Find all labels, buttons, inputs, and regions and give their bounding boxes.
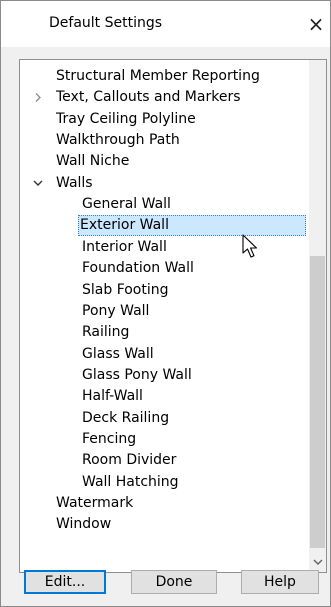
dialog-title: Default Settings	[49, 15, 163, 31]
tree-item[interactable]: Foundation Wall	[80, 258, 196, 279]
tree-item[interactable]: Exterior Wall	[78, 215, 306, 237]
tree-item[interactable]: Walls	[54, 173, 95, 194]
tree-item[interactable]: Structural Member Reporting	[54, 66, 262, 87]
tree-item-label: Tray Ceiling Polyline	[56, 110, 196, 127]
tree-item[interactable]: Text, Callouts and Markers	[54, 87, 243, 108]
tree-item-label: Foundation Wall	[82, 260, 194, 277]
help-button[interactable]: Help	[241, 570, 319, 594]
tree-item[interactable]: Glass Pony Wall	[80, 365, 194, 386]
tree-item-label: Pony Wall	[82, 302, 150, 319]
tree-item-label: Glass Wall	[82, 345, 154, 362]
title-bar: Default Settings ×	[1, 1, 330, 47]
tree-item[interactable]: Glass Wall	[80, 344, 156, 365]
tree-item-label: Railing	[82, 324, 130, 341]
tree-item[interactable]: Room Divider	[80, 450, 178, 471]
tree-item-label: Exterior Wall	[78, 215, 306, 237]
mouse-pointer-icon	[242, 234, 258, 258]
tree-item-label: General Wall	[82, 196, 171, 213]
tree-item[interactable]: Pony Wall	[80, 301, 151, 322]
tree-item[interactable]: General Wall	[80, 194, 173, 215]
tree-item[interactable]: Interior Wall	[80, 237, 169, 258]
tree-item-label: Slab Footing	[82, 281, 169, 298]
tree-item[interactable]: Wall Niche	[54, 151, 131, 172]
tree-item-label: Text, Callouts and Markers	[56, 89, 241, 106]
tree-item-label: Structural Member Reporting	[56, 68, 260, 84]
tree-item-label: Wall Niche	[56, 153, 130, 170]
scroll-up-icon[interactable]	[309, 60, 326, 76]
done-button[interactable]: Done	[131, 570, 217, 594]
tree-item-label: Walkthrough Path	[56, 132, 180, 149]
tree-item[interactable]: Fencing	[80, 429, 138, 450]
tree-item[interactable]: Half-Wall	[80, 386, 145, 407]
default-settings-dialog: Default Settings × Structural Member Rep…	[0, 0, 331, 607]
tree-item[interactable]: Walkthrough Path	[54, 130, 182, 151]
chevron-down-icon[interactable]	[32, 173, 44, 194]
tree-item-label: Fencing	[82, 430, 137, 447]
tree-item[interactable]: Wall Hatching	[80, 472, 181, 493]
tree-item[interactable]: Tray Ceiling Polyline	[54, 109, 198, 130]
close-icon[interactable]: ×	[302, 11, 330, 37]
settings-tree[interactable]: Structural Member Reporting Text, Callout…	[19, 59, 327, 573]
tree-item[interactable]: Watermark	[54, 493, 135, 514]
tree-item-label: Watermark	[56, 495, 134, 511]
tree-item-label: Half-Wall	[82, 388, 143, 405]
tree-item-label: Window	[56, 516, 112, 533]
edit-button[interactable]: Edit...	[24, 570, 106, 594]
tree-item-label: Wall Hatching	[82, 473, 179, 490]
scrollbar-thumb[interactable]	[310, 256, 325, 548]
tree-item-label: Deck Railing	[82, 409, 170, 426]
tree-item-label: Glass Pony Wall	[82, 366, 192, 383]
chevron-right-icon[interactable]	[32, 87, 44, 108]
tree-item[interactable]: Deck Railing	[80, 408, 171, 429]
tree-item[interactable]: Railing	[80, 322, 131, 343]
tree-item-label: Walls	[56, 174, 93, 191]
tree-item[interactable]: Window	[54, 514, 113, 535]
tree-item-label: Interior Wall	[82, 238, 167, 255]
vertical-scrollbar[interactable]	[309, 60, 326, 572]
tree-item[interactable]: Slab Footing	[80, 280, 171, 301]
tree-item-label: Room Divider	[82, 452, 177, 469]
